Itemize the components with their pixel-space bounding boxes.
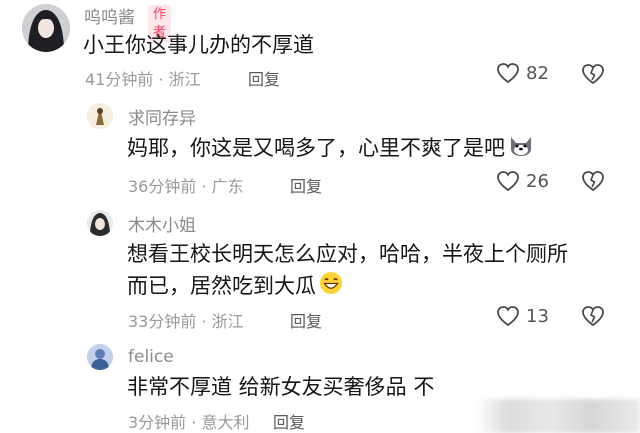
like-count: 13 bbox=[526, 305, 549, 327]
grinning-face-emoji bbox=[318, 270, 344, 304]
reply-button[interactable]: 回复 bbox=[273, 409, 305, 433]
author-name[interactable]: 木木小姐 bbox=[128, 211, 196, 236]
heart-outline-icon bbox=[497, 171, 519, 192]
broken-heart-icon bbox=[582, 64, 604, 85]
author-name[interactable]: 呜呜酱 bbox=[84, 3, 135, 28]
comment-text: 非常不厚道 给新女友买奢侈品 不 bbox=[127, 375, 435, 399]
broken-heart-icon bbox=[582, 171, 604, 192]
author-name[interactable]: 求同存异 bbox=[128, 104, 196, 129]
broken-heart-icon bbox=[582, 306, 604, 327]
reply-button[interactable]: 回复 bbox=[290, 308, 322, 332]
comment-time-location: 3分钟前 · 意大利 bbox=[128, 413, 250, 432]
dislike-button[interactable] bbox=[581, 170, 605, 196]
comment-text: 小王你这事儿办的不厚道 bbox=[83, 33, 314, 57]
heart-outline-icon bbox=[497, 306, 519, 327]
avatar[interactable] bbox=[22, 4, 70, 52]
avatar[interactable] bbox=[87, 210, 113, 236]
like-count: 26 bbox=[526, 170, 549, 192]
avatar[interactable] bbox=[87, 344, 113, 370]
comment-text-body: 而已，居然吃到大瓜 bbox=[127, 274, 316, 298]
reply-button[interactable]: 回复 bbox=[290, 173, 322, 197]
dog-face-emoji bbox=[507, 133, 535, 165]
comment-text-body: 妈耶，你这是又喝多了，心里不爽了是吧 bbox=[127, 136, 505, 160]
avatar[interactable] bbox=[87, 103, 113, 129]
comment-time-location: 33分钟前 · 浙江 bbox=[128, 312, 244, 331]
comment-time-location: 41分钟前 · 浙江 bbox=[85, 70, 201, 89]
dislike-button[interactable] bbox=[581, 305, 605, 331]
like-button[interactable]: 26 bbox=[496, 170, 549, 192]
dislike-button[interactable] bbox=[581, 63, 605, 89]
like-button[interactable]: 13 bbox=[496, 305, 549, 327]
comment-text-line2: 而已，居然吃到大瓜 bbox=[127, 270, 344, 304]
like-button[interactable]: 82 bbox=[496, 62, 549, 84]
like-count: 82 bbox=[526, 62, 549, 84]
comment-time-location: 36分钟前 · 广东 bbox=[128, 177, 244, 196]
comment-text: 妈耶，你这是又喝多了，心里不爽了是吧 bbox=[127, 133, 535, 165]
comment-text-line1: 想看王校长明天怎么应对，哈哈，半夜上个厕所 bbox=[127, 242, 568, 266]
heart-outline-icon bbox=[497, 63, 519, 84]
blurred-watermark bbox=[475, 399, 640, 433]
reply-button[interactable]: 回复 bbox=[248, 66, 280, 90]
author-name[interactable]: felice bbox=[128, 347, 174, 367]
